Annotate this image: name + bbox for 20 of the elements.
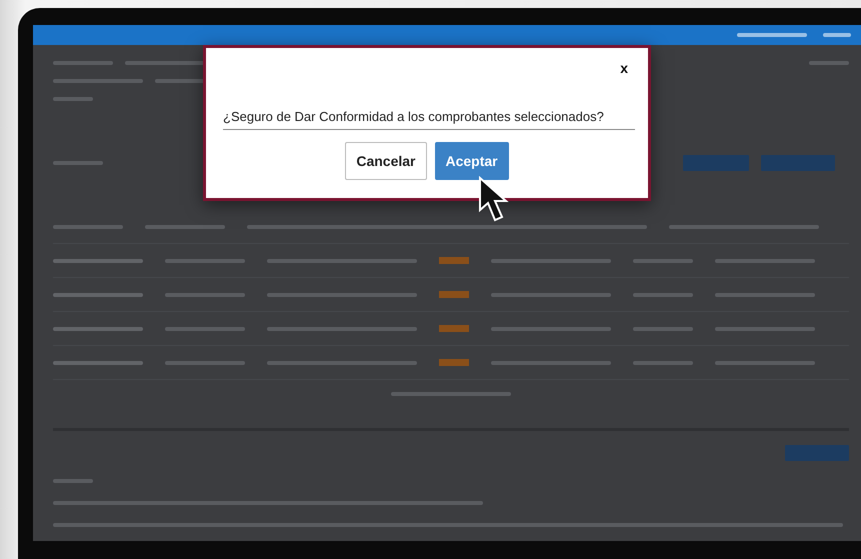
status-badge (439, 359, 469, 366)
blurred-text (53, 97, 93, 101)
blurred-header (53, 225, 123, 229)
status-badge (439, 257, 469, 264)
accept-button[interactable]: Aceptar (434, 142, 509, 180)
dialog-message: ¿Seguro de Dar Conformidad a los comprobantes seleccionados? (223, 109, 635, 130)
status-badge (439, 291, 469, 298)
blurred-text (809, 61, 849, 65)
blurred-cell (633, 258, 693, 262)
cancel-button[interactable]: Cancelar (345, 142, 426, 180)
blurred-cell (633, 326, 693, 330)
blurred-cell (633, 292, 693, 296)
blurred-text (53, 479, 93, 483)
blurred-text (155, 79, 205, 83)
status-badge (439, 325, 469, 332)
close-button[interactable]: x (614, 60, 634, 76)
blurred-text (53, 161, 103, 165)
blurred-user-label (737, 33, 807, 37)
blurred-text (53, 61, 113, 65)
blurred-cell (633, 360, 693, 364)
